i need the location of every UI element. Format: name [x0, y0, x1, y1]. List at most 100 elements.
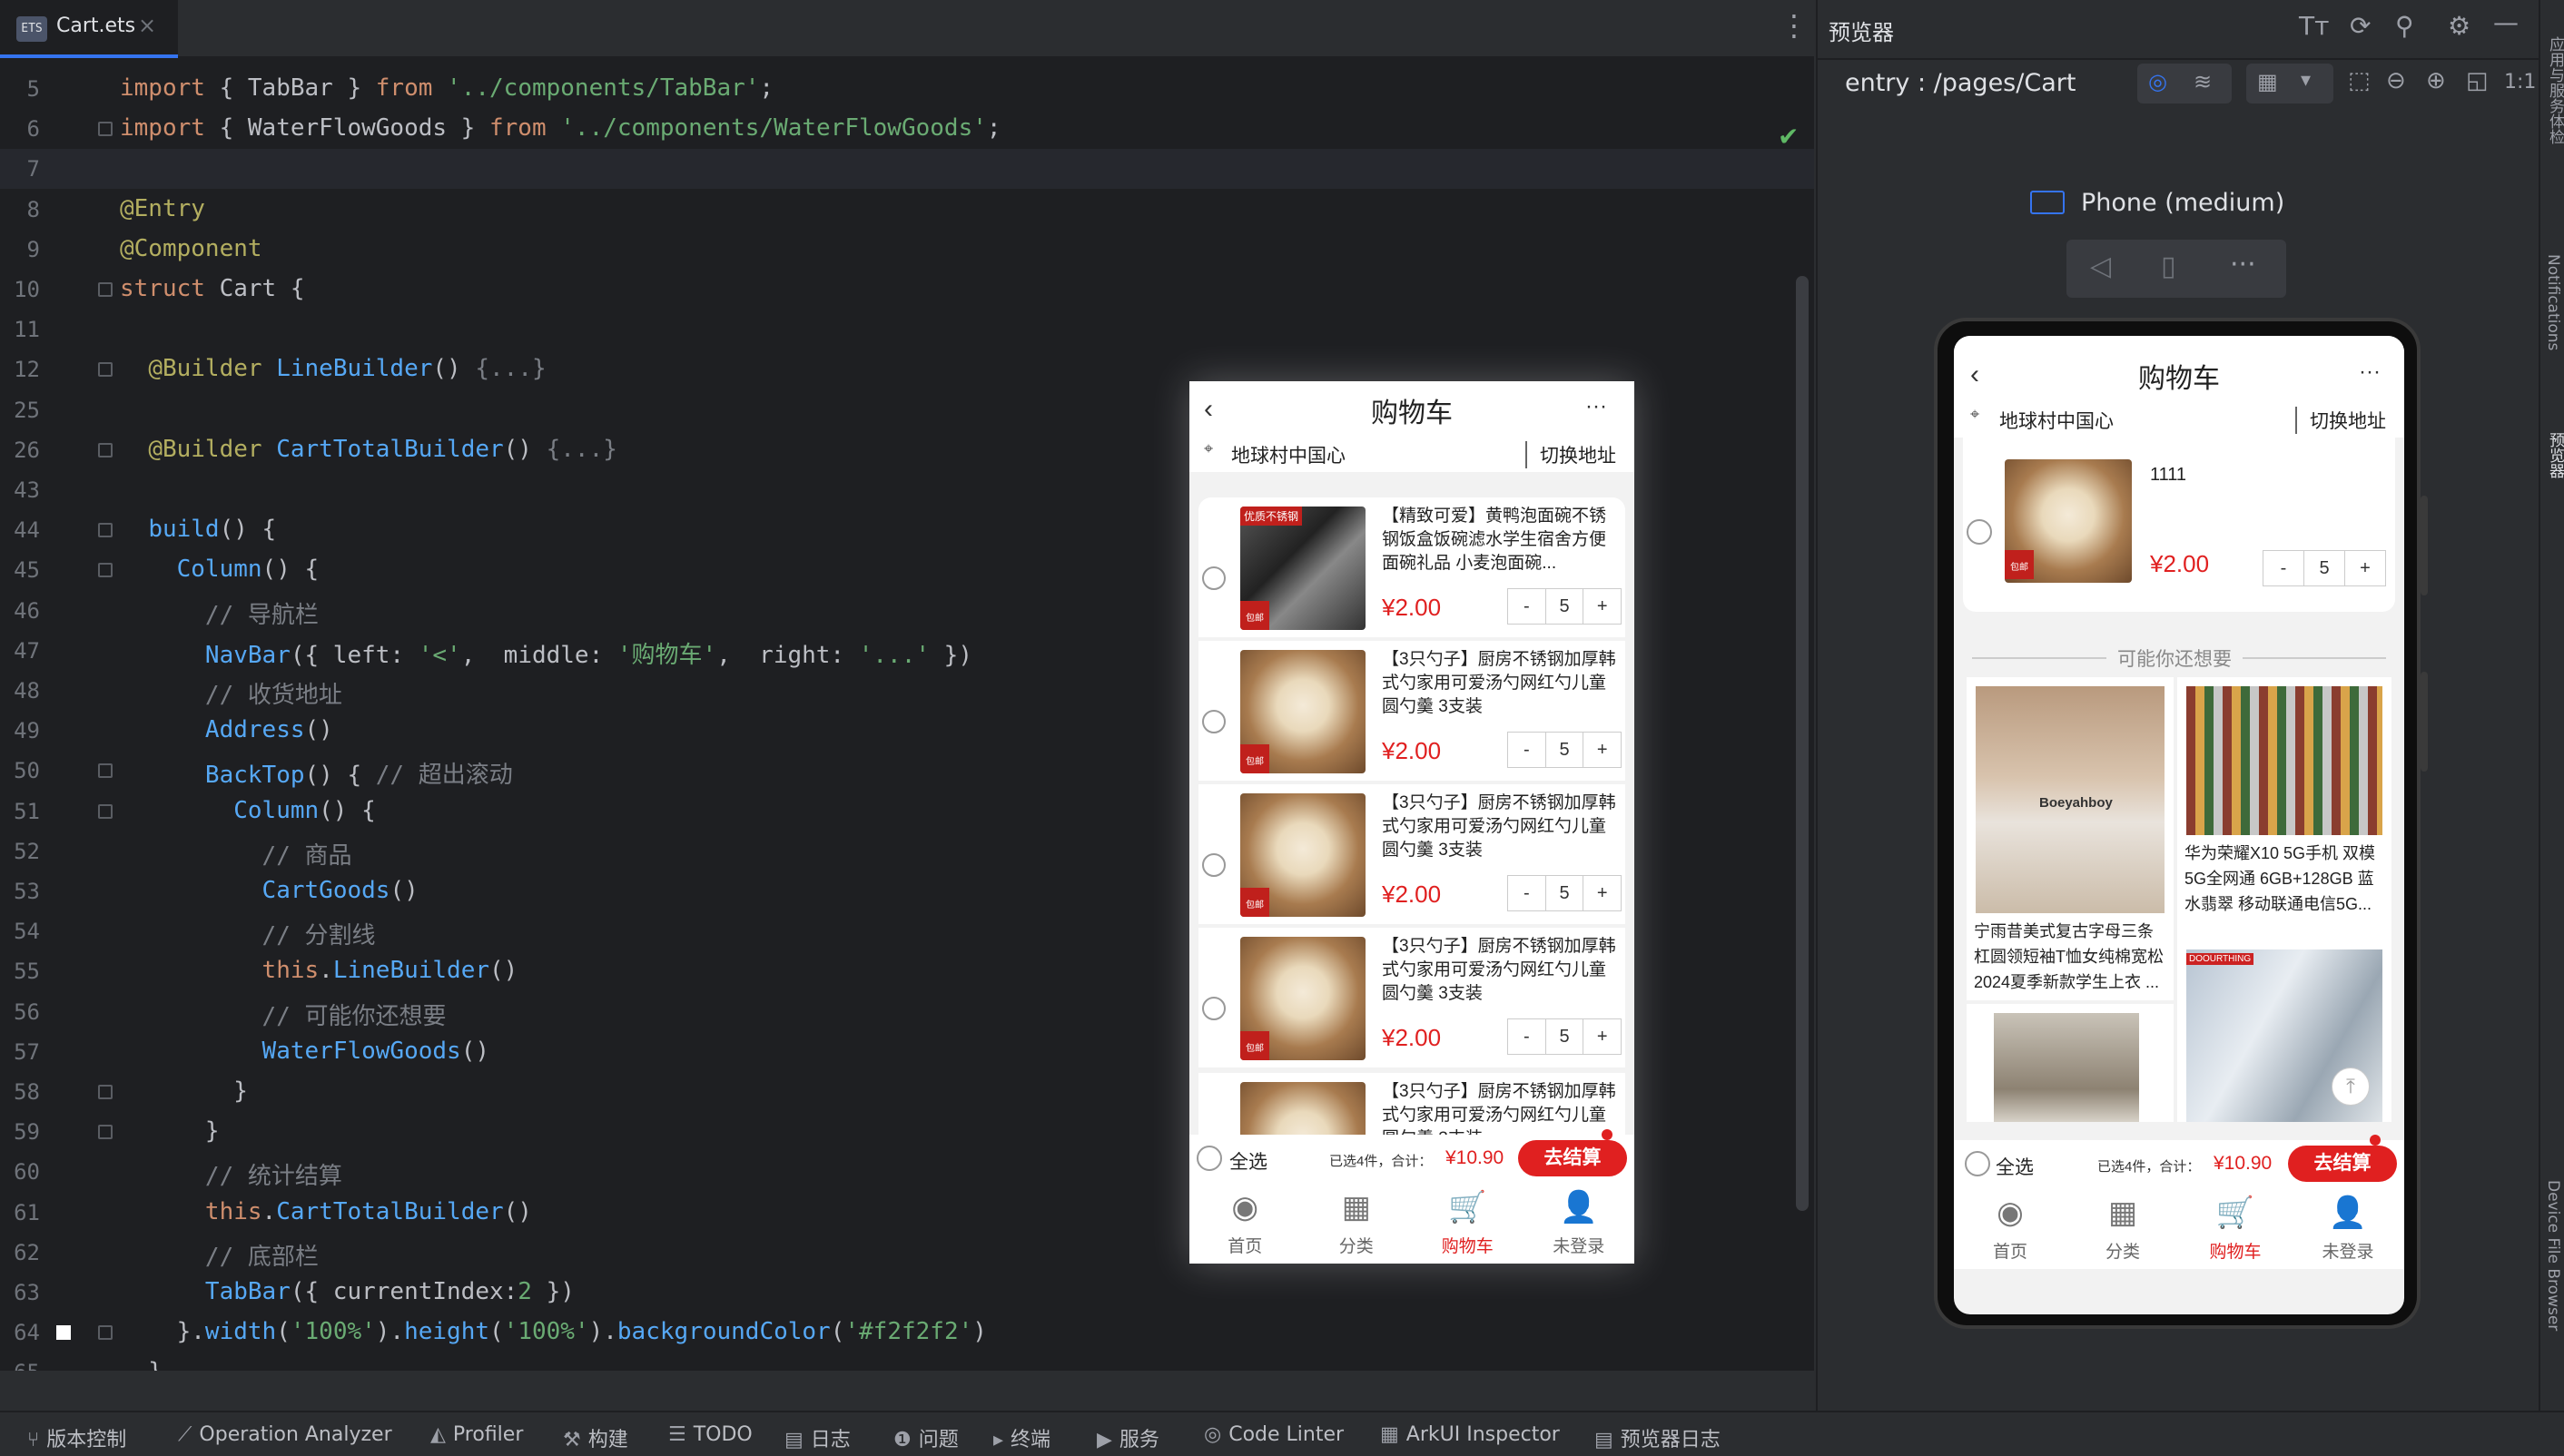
recommend-card[interactable]: Boeyahboy 宁雨昔美式复古字母三条杠圆领短袖T恤女纯棉宽松2024夏季新… [1967, 677, 2174, 1000]
more-device-icon[interactable]: ··· [2230, 249, 2256, 280]
device-screen[interactable]: ‹ 购物车 ··· ⌖ 地球村中国心 切换地址 包邮 1111 ¥2.00 - … [1954, 336, 2404, 1314]
fold-toggle-icon[interactable] [98, 1085, 113, 1099]
side-tool-notifications[interactable]: Notifications [2544, 254, 2562, 350]
code-line[interactable]: 6 import { WaterFlowGoods } from '../comp… [0, 109, 1814, 149]
fold-toggle-icon[interactable] [98, 362, 113, 378]
code-line[interactable]: 65 } [0, 1353, 1814, 1371]
close-tab-icon[interactable]: × [138, 13, 156, 38]
code-line[interactable]: 11 [0, 310, 1814, 349]
fold-toggle-icon[interactable] [98, 563, 113, 578]
product-select-radio[interactable] [1202, 566, 1226, 590]
code-line[interactable]: 7 [0, 149, 1814, 190]
home-tab[interactable]: ◉ 首页 [1189, 1187, 1301, 1257]
login-tab[interactable]: 👤 未登录 [2292, 1193, 2404, 1263]
fold-toggle-icon[interactable] [98, 1125, 113, 1140]
quantity-value[interactable]: 5 [1546, 589, 1584, 624]
code-line[interactable]: 8 @Entry [0, 190, 1814, 230]
recommend-card[interactable]: 华为荣耀X10 5G手机 双模5G全网通 6GB+128GB 蓝水翡翠 移动联通… [2177, 677, 2391, 940]
more-options-icon[interactable]: ⋮ [1780, 11, 1809, 40]
file-tab-cart[interactable]: ETS Cart.ets × [0, 0, 178, 58]
quantity-stepper[interactable]: -5 + [1507, 875, 1622, 911]
login-tab[interactable]: 👤 未登录 [1524, 1187, 1635, 1257]
increase-button[interactable]: + [1583, 876, 1621, 910]
fit-screen-icon[interactable]: ◱ [2466, 67, 2489, 94]
select-all-radio[interactable] [1965, 1151, 1990, 1176]
settings-gear-icon[interactable]: ⚙ [2448, 11, 2470, 41]
decrease-button[interactable]: - [2263, 551, 2304, 585]
product-select-radio[interactable] [1202, 710, 1226, 733]
decrease-button[interactable]: - [1508, 876, 1546, 910]
more-icon[interactable]: ··· [2359, 359, 2381, 385]
fold-toggle-icon[interactable] [98, 803, 113, 819]
side-tool-health[interactable]: 应用与服务体检 [2544, 36, 2564, 144]
home-tab[interactable]: ◉ 首页 [1954, 1193, 2066, 1263]
code-line[interactable]: 9 @Component [0, 230, 1814, 270]
fold-toggle-icon[interactable] [98, 282, 113, 297]
product-select-radio[interactable] [1202, 853, 1226, 877]
minimize-icon[interactable]: — [2493, 7, 2519, 37]
decrease-button[interactable]: - [1508, 589, 1546, 624]
product-select-radio[interactable] [1967, 519, 1992, 545]
arkui-inspector-tool[interactable]: ▦ ArkUI Inspector [1380, 1423, 1560, 1446]
product-select-radio[interactable] [1202, 997, 1226, 1020]
layers-icon[interactable]: ≋ [2194, 69, 2212, 94]
increase-button[interactable]: + [1583, 733, 1621, 767]
profiler-tool[interactable]: ◭ Profiler [430, 1423, 523, 1446]
select-all-radio[interactable] [1197, 1146, 1222, 1171]
back-to-top-button[interactable]: ⤒ [2332, 1067, 2370, 1106]
actual-size-button[interactable]: 1:1 [2504, 71, 2536, 93]
layout-selector[interactable]: ▦ ▾ [2246, 64, 2333, 103]
inspect-icon[interactable]: ◎ [2148, 69, 2167, 94]
todo-tool[interactable]: ☰ TODO [668, 1423, 753, 1446]
fold-toggle-icon[interactable] [98, 763, 113, 779]
quantity-value[interactable]: 5 [1546, 1019, 1584, 1054]
fold-toggle-icon[interactable] [98, 1325, 113, 1341]
cart-tab[interactable]: 🛒 购物车 [1412, 1187, 1524, 1257]
increase-button[interactable]: + [1583, 589, 1621, 624]
build-tool[interactable]: ⚒ 构建 [563, 1423, 628, 1452]
version-control-tool[interactable]: ⑂ 版本控制 [27, 1423, 126, 1452]
cart-tab[interactable]: 🛒 购物车 [2179, 1193, 2292, 1263]
color-swatch-icon[interactable] [56, 1325, 71, 1341]
checkout-button[interactable]: 去结算 [1518, 1140, 1627, 1176]
side-tool-previewer[interactable]: 预览器 [2544, 432, 2564, 478]
code-line[interactable]: 63 TabBar({ currentIndex:2 }) [0, 1273, 1814, 1313]
increase-button[interactable]: + [2345, 551, 2385, 585]
font-size-icon[interactable]: Tт [2299, 11, 2329, 41]
zoom-in-icon[interactable]: ⊕ [2426, 67, 2446, 94]
code-line[interactable]: 64 }.width('100%').height('100%').backgr… [0, 1313, 1814, 1353]
switch-address-link[interactable]: 切换地址 [1525, 441, 1616, 468]
increase-button[interactable]: + [1583, 1019, 1621, 1054]
refresh-icon[interactable]: ⟳ [2350, 11, 2371, 41]
fold-toggle-icon[interactable] [98, 442, 113, 457]
category-tab[interactable]: ▦ 分类 [2066, 1193, 2179, 1263]
quantity-value[interactable]: 5 [1546, 733, 1584, 767]
quantity-stepper[interactable]: -5 + [1507, 732, 1622, 768]
category-tab[interactable]: ▦ 分类 [1301, 1187, 1413, 1257]
fold-toggle-icon[interactable] [98, 523, 113, 538]
recommend-card[interactable] [1967, 1004, 2174, 1122]
code-linter-tool[interactable]: ◎ Code Linter [1204, 1423, 1344, 1446]
quantity-value[interactable]: 5 [1546, 876, 1584, 910]
fold-toggle-icon[interactable] [98, 122, 113, 137]
terminal-tool[interactable]: ▸ 终端 [993, 1423, 1050, 1452]
quantity-stepper[interactable]: -5 + [1507, 1018, 1622, 1055]
decrease-button[interactable]: - [1508, 1019, 1546, 1054]
log-tool[interactable]: ▤ 日志 [784, 1423, 851, 1452]
more-icon[interactable]: ··· [1585, 394, 1607, 419]
code-line[interactable]: 5 import { TabBar } from '../components/T… [0, 69, 1814, 109]
zoom-out-icon[interactable]: ⊖ [2386, 67, 2406, 94]
previewer-log-tool[interactable]: ▤ 预览器日志 [1594, 1423, 1721, 1452]
back-triangle-icon[interactable]: ◁ [2090, 251, 2111, 282]
rotate-device-icon[interactable]: ▯ [2161, 251, 2176, 282]
crop-icon[interactable]: ⬚ [2348, 67, 2371, 94]
quantity-stepper[interactable]: -5 + [1507, 588, 1622, 625]
quantity-value[interactable]: 5 [2304, 551, 2345, 585]
editor-scrollbar[interactable] [1796, 276, 1809, 1211]
decrease-button[interactable]: - [1508, 733, 1546, 767]
side-tool-device-file-browser[interactable]: Device File Browser [2544, 1180, 2562, 1331]
checkout-button[interactable]: 去结算 [2288, 1146, 2397, 1182]
code-line[interactable]: 10 struct Cart { [0, 270, 1814, 310]
services-tool[interactable]: ▶ 服务 [1097, 1423, 1159, 1452]
debug-icon[interactable]: ⚲ [2395, 11, 2414, 41]
